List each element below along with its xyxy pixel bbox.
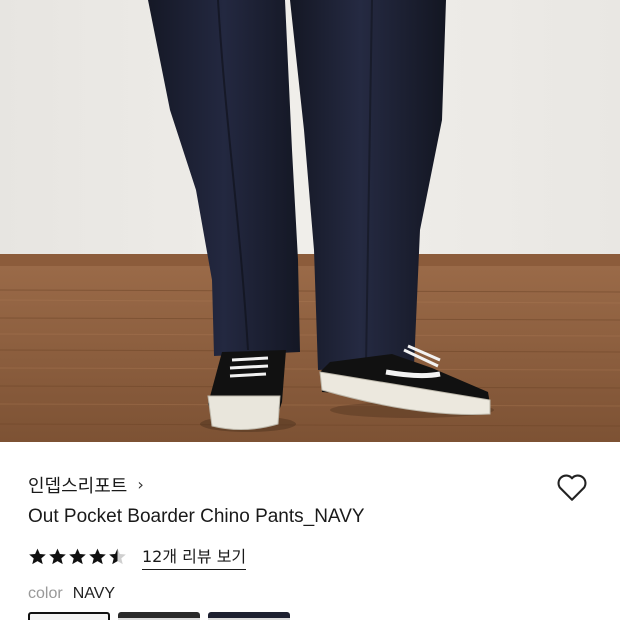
brand-link[interactable]: 인뎁스리포트 › <box>28 472 144 498</box>
rating-row: 12개 리뷰 보기 <box>28 543 247 570</box>
product-title: Out Pocket Boarder Chino Pants_NAVY <box>28 506 365 527</box>
color-swatches <box>28 612 298 620</box>
product-photo <box>0 0 620 442</box>
review-link[interactable]: 12개 리뷰 보기 <box>142 543 247 570</box>
star-full-icon <box>89 548 106 565</box>
color-row: color NAVY <box>28 585 115 603</box>
star-full-icon <box>29 548 46 565</box>
product-image[interactable] <box>0 0 620 442</box>
color-swatch-selected[interactable] <box>28 612 110 620</box>
star-full-icon <box>49 548 66 565</box>
color-swatch[interactable] <box>208 612 290 620</box>
chevron-right-icon: › <box>137 475 144 494</box>
color-label: color <box>28 585 63 602</box>
color-swatch[interactable] <box>118 612 200 620</box>
star-rating <box>28 547 128 566</box>
star-half-icon <box>109 548 126 565</box>
brand-name: 인뎁스리포트 <box>28 476 128 497</box>
heart-icon[interactable] <box>554 469 590 505</box>
star-full-icon <box>69 548 86 565</box>
color-value: NAVY <box>72 585 116 602</box>
product-info: 인뎁스리포트 › Out Pocket Boarder Chino Pants_… <box>0 442 620 620</box>
